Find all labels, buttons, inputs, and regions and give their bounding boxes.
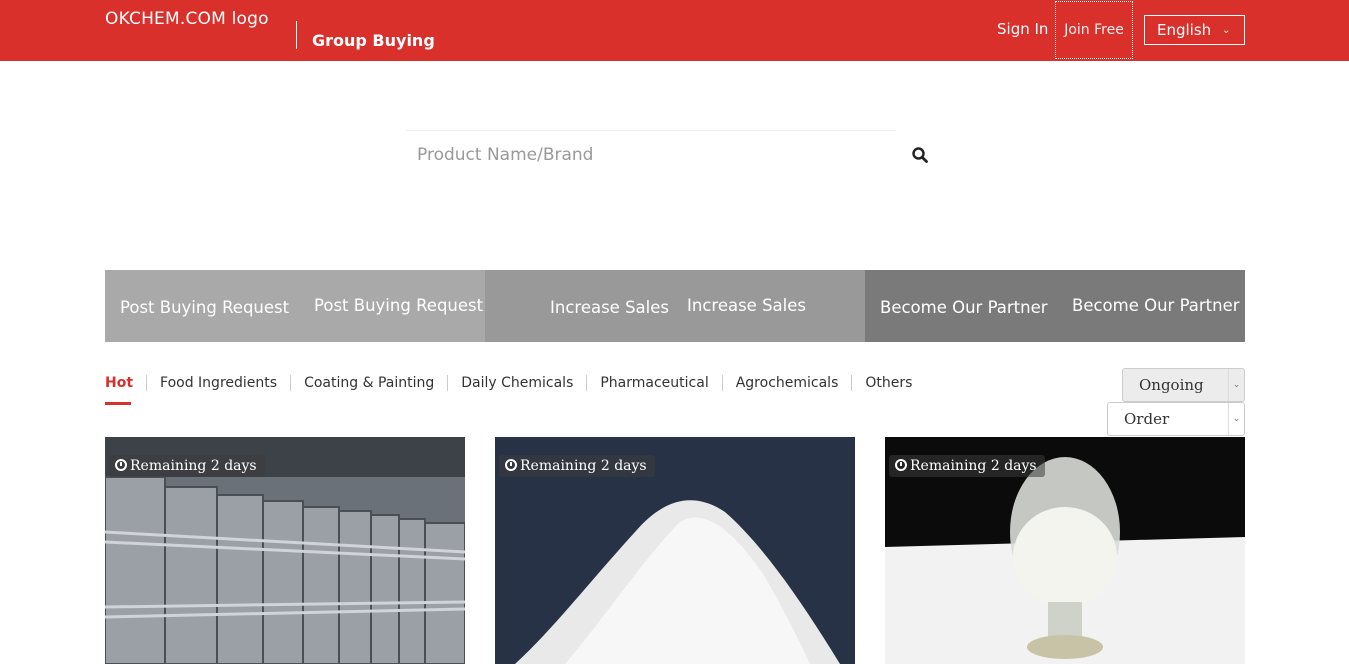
tab-pharmaceutical[interactable]: Pharmaceutical <box>587 375 723 391</box>
remaining-time-badge: Remaining 2 days <box>889 455 1045 477</box>
okchem-logo[interactable]: OKCHEM.COM logo <box>105 9 269 29</box>
language-label: English <box>1157 21 1212 39</box>
chevron-down-icon: ⌄ <box>1228 403 1244 435</box>
sort-select[interactable]: Order ⌄ <box>1107 402 1245 436</box>
search-box <box>406 130 896 178</box>
tab-others[interactable]: Others <box>852 375 925 391</box>
remaining-time-text: Remaining 2 days <box>130 458 257 474</box>
banner-label-hover: Become Our Partner <box>1072 296 1240 315</box>
remaining-time-text: Remaining 2 days <box>520 458 647 474</box>
top-header: OKCHEM.COM logo Group Buying Sign In Joi… <box>0 0 1349 61</box>
banner-increase-sales[interactable]: Increase Sales Increase Sales <box>485 270 865 342</box>
clock-icon <box>505 459 517 471</box>
product-card[interactable]: Remaining 2 days <box>885 437 1245 664</box>
status-select-value: Ongoing <box>1139 376 1204 394</box>
banner-label-hover: Post Buying Request <box>314 296 484 315</box>
remaining-time-badge: Remaining 2 days <box>499 455 655 477</box>
banner-label: Post Buying Request <box>120 298 290 317</box>
banner-label: Become Our Partner <box>880 298 1048 317</box>
banner-label-hover: Increase Sales <box>687 296 806 315</box>
sort-select-value: Order <box>1124 410 1170 428</box>
category-tabs: Hot Food Ingredients Coating & Painting … <box>105 373 925 393</box>
section-title[interactable]: Group Buying <box>312 31 435 50</box>
tab-hot[interactable]: Hot <box>105 375 148 391</box>
sign-in-link[interactable]: Sign In <box>997 20 1048 38</box>
product-card[interactable]: Remaining 2 days <box>105 437 465 664</box>
tab-coating-painting[interactable]: Coating & Painting <box>291 375 449 391</box>
chevron-down-icon: ⌄ <box>1221 24 1231 36</box>
clock-icon <box>115 459 127 471</box>
join-free-link[interactable]: Join Free <box>1055 1 1133 59</box>
header-divider <box>296 21 297 49</box>
clock-icon <box>895 459 907 471</box>
banner-post-buying-request[interactable]: Post Buying Request Post Buying Request <box>105 270 485 342</box>
search-input[interactable] <box>406 131 896 178</box>
language-select[interactable]: English ⌄ <box>1144 15 1245 45</box>
product-card[interactable]: Remaining 2 days <box>495 437 855 664</box>
tab-agrochemicals[interactable]: Agrochemicals <box>723 375 853 391</box>
banner-label: Increase Sales <box>550 298 669 317</box>
active-tab-indicator <box>105 402 131 405</box>
chevron-down-icon: ⌄ <box>1228 369 1244 401</box>
status-select[interactable]: Ongoing ⌄ <box>1122 368 1245 402</box>
banner-become-partner[interactable]: Become Our Partner Become Our Partner <box>865 270 1245 342</box>
remaining-time-badge: Remaining 2 days <box>109 455 265 477</box>
search-icon[interactable] <box>911 146 929 164</box>
tab-food-ingredients[interactable]: Food Ingredients <box>147 375 292 391</box>
remaining-time-text: Remaining 2 days <box>910 458 1037 474</box>
tab-daily-chemicals[interactable]: Daily Chemicals <box>448 375 588 391</box>
